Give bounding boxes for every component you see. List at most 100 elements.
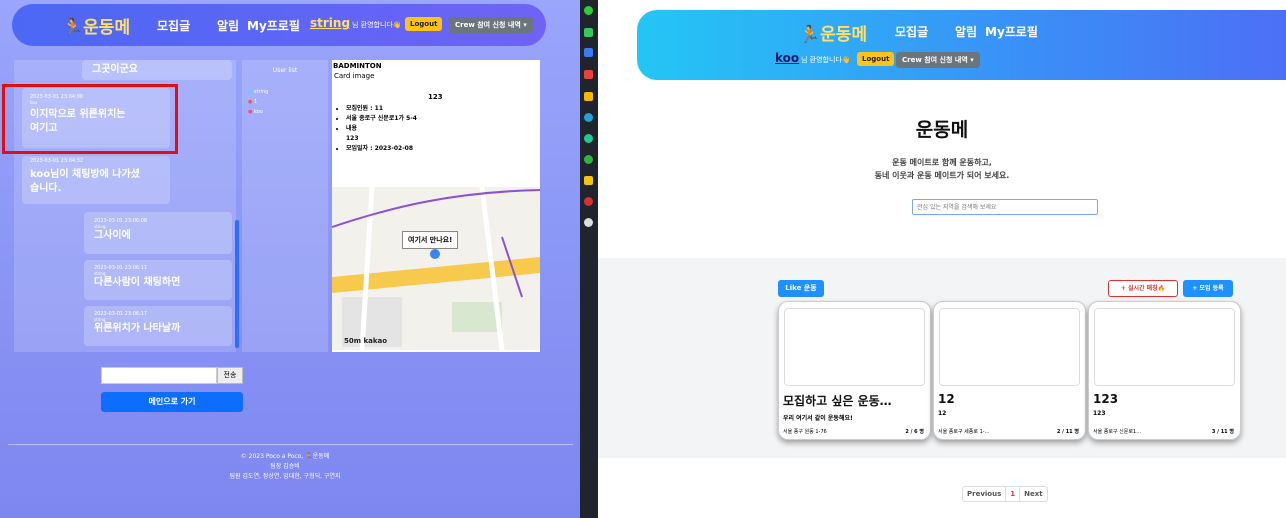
prev-page-button[interactable]: Previous — [963, 487, 1005, 501]
app-icon[interactable] — [584, 134, 593, 143]
user-list-panel: User list ● string ● 1 ● koo — [242, 60, 328, 352]
user-item: ● 1 — [248, 97, 268, 107]
app-icon[interactable] — [584, 28, 593, 37]
highlight-box — [2, 84, 178, 154]
post-detail-panel: BADMINTON Card image 123 모집인원 : 11 서울 종로… — [332, 60, 540, 352]
live-matching-button[interactable]: + 실시간 매칭🔥 — [1108, 280, 1178, 297]
like-sport-button[interactable]: Like 운동 — [778, 280, 824, 297]
app-icon[interactable] — [584, 48, 593, 57]
user-item: ● string — [248, 87, 268, 97]
footer: © 2023 Poco a Poco, 🏃운동메 팀장 김승비 팀원 김도연, … — [150, 452, 420, 482]
navbar: 🏃운동메 모집글 알림 My프로필 koo 님 환영합니다👋 Logout Cr… — [637, 10, 1286, 80]
chat-message: 2023-03-01 23:06:08 string 그사이에 — [84, 212, 232, 254]
card-count: 3 / 11 명 — [1211, 429, 1234, 435]
footer-lead: 팀장 김승비 — [270, 463, 300, 470]
card-image-broken — [939, 308, 1080, 386]
message-text: 그곳이군요 — [92, 64, 138, 75]
navbar: 🏃운동메 모집글 알림 My프로필 string 님 환영합니다👋 Logout… — [12, 4, 546, 46]
app-icon[interactable] — [584, 70, 593, 79]
message-text: koo님이 채팅방에 나가셨습니다. — [30, 169, 140, 194]
bullet-icon: ● — [248, 109, 253, 115]
app-icon[interactable] — [584, 197, 593, 206]
message-text: 위른위치가 나타날까 — [94, 323, 181, 334]
card-title: 모집하고 싶은 운동… — [783, 394, 892, 408]
region-search-input[interactable] — [912, 199, 1098, 215]
map-marker-label: 여기서 만나요! — [402, 231, 459, 249]
crew-dropdown[interactable]: Crew 참여 신청 내역 ▾ — [896, 52, 980, 68]
hero-subtitle-2: 동네 이웃과 운동 메이트가 되어 보세요. — [874, 171, 1010, 180]
card-title: 123 — [1093, 392, 1119, 406]
hero-title: 운동메 — [915, 119, 969, 141]
app-icon[interactable] — [584, 92, 593, 101]
add-icon[interactable] — [584, 218, 593, 227]
user-name: 1 — [253, 99, 258, 105]
app-icon[interactable] — [584, 155, 593, 164]
hero-subtitle-1: 운동 메이트로 함께 운동하고, — [892, 158, 992, 167]
greeting-text: 님 환영합니다👋 — [801, 56, 851, 64]
chat-message: 그곳이군요 — [82, 60, 232, 80]
logout-button[interactable]: Logout — [857, 52, 895, 66]
user-name: koo — [253, 109, 263, 115]
card-desc: 우리 여기서 같이 운동해요! — [783, 415, 853, 422]
user-name: string — [253, 89, 269, 95]
nav-profile[interactable]: My프로필 — [247, 17, 300, 34]
footer-divider — [8, 444, 573, 445]
post-card[interactable]: 123 123 서울 종로구 신문로1… 3 / 11 명 — [1088, 301, 1241, 440]
footer-copyright: © 2023 Poco a Poco, 🏃운동메 — [240, 453, 330, 460]
chat-message: 2023-03-01 23:06:17 string 위른위치가 나타날까 — [84, 306, 232, 346]
user-list-title: User list — [272, 67, 298, 74]
chat-message: 2023-03-01 23:06:11 string 다른사람이 채팅하면 — [84, 260, 232, 300]
left-chat-window: 🏃운동메 모집글 알림 My프로필 string 님 환영합니다👋 Logout… — [0, 0, 580, 518]
card-image-broken — [784, 308, 925, 386]
detail-item: 서울 종로구 신문로1가 5-4 — [346, 114, 540, 124]
logout-button[interactable]: Logout — [405, 17, 443, 31]
logo[interactable]: 🏃운동메 — [799, 20, 867, 45]
post-card[interactable]: 모집하고 싶은 운동… 우리 여기서 같이 운동해요! 서울 종구 원동 1-7… — [778, 301, 931, 440]
bullet-icon: ● — [248, 89, 253, 95]
detail-item: 모집인원 : 11 — [346, 104, 540, 114]
map-graphic — [332, 187, 540, 350]
bullet-icon: ● — [248, 99, 253, 105]
next-page-button[interactable]: Next — [1020, 487, 1046, 501]
card-address: 서울 종로구 신문로1… — [1093, 429, 1142, 435]
page-1-button[interactable]: 1 — [1005, 487, 1021, 501]
message-text: 다른사람이 채팅하면 — [94, 277, 181, 288]
card-image-broken: Card image — [334, 72, 375, 80]
message-time: 2023-03-01 23:04:32 — [30, 158, 84, 164]
detail-item: 모임일자 : 2023-02-08 — [346, 144, 540, 154]
username-link[interactable]: string — [310, 16, 350, 30]
post-title: 123 — [428, 93, 443, 101]
map-brand: 50m kakao — [344, 337, 388, 345]
app-icon[interactable] — [584, 6, 593, 15]
crew-dropdown[interactable]: Crew 참여 신청 내역 ▾ — [449, 17, 533, 33]
create-meeting-button[interactable]: + 모임 등록 — [1183, 280, 1233, 297]
card-title: 12 — [938, 392, 955, 406]
post-card[interactable]: 12 12 서울 종로구 세종로 1-… 2 / 11 명 — [933, 301, 1086, 440]
map[interactable]: 여기서 만나요! 50m kakao — [332, 187, 540, 350]
app-icon[interactable] — [584, 113, 593, 122]
chat-input[interactable] — [101, 367, 217, 384]
send-button[interactable]: 전송 — [217, 367, 243, 384]
card-desc: 12 — [938, 410, 947, 417]
user-item: ● koo — [248, 107, 268, 117]
footer-members: 팀원 김도연, 정상연, 임대한, 구형딕, 구연지 — [229, 473, 341, 480]
detail-item: 123 — [346, 135, 359, 142]
greeting-text: 님 환영합니다👋 — [352, 21, 402, 29]
card-desc: 123 — [1093, 410, 1106, 417]
chat-scrollbar[interactable] — [235, 220, 239, 348]
nav-alerts[interactable]: 알림 — [217, 17, 239, 34]
card-count: 2 / 11 명 — [1056, 429, 1079, 435]
username-link[interactable]: koo — [775, 51, 799, 65]
browser-sidebar — [580, 0, 598, 518]
nav-alerts[interactable]: 알림 — [955, 23, 977, 40]
message-text: 그사이에 — [94, 230, 131, 241]
nav-profile[interactable]: My프로필 — [985, 23, 1038, 40]
card-image-broken — [1094, 308, 1235, 386]
main-page-window: 🏃운동메 모집글 알림 My프로필 koo 님 환영합니다👋 Logout Cr… — [598, 0, 1286, 518]
app-icon[interactable] — [584, 176, 593, 185]
nav-posts[interactable]: 모집글 — [895, 23, 928, 40]
logo[interactable]: 🏃운동메 — [62, 13, 130, 38]
nav-posts[interactable]: 모집글 — [157, 17, 190, 34]
card-address: 서울 종구 원동 1-76 — [783, 429, 827, 435]
main-button[interactable]: 메인으로 가기 — [101, 392, 243, 412]
